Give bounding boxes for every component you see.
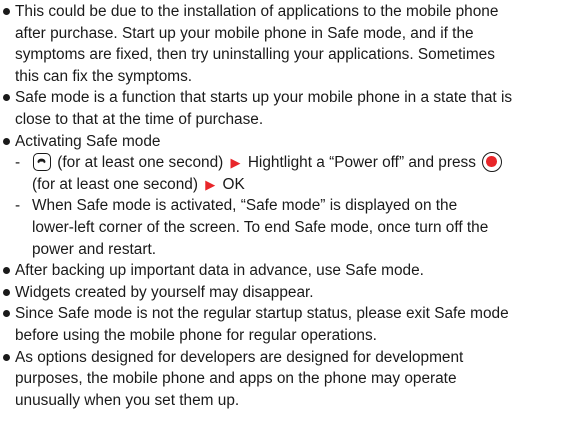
- bullet-line: purposes, the mobile phone and apps on t…: [15, 370, 457, 388]
- bullet-line: unusually when you set them up.: [15, 391, 240, 409]
- bullet-item: This could be due to the installation of…: [2, 1, 565, 87]
- center-key-icon: [482, 152, 503, 173]
- activation-note: - When Safe mode is activated, “Safe mod…: [2, 195, 565, 260]
- activation-step: - (for at least one second) ▶ Hightlight…: [2, 152, 565, 195]
- bullet-item: Safe mode is a function that starts up y…: [2, 87, 565, 130]
- step-line: (for at least one second) ▶ OK: [32, 174, 565, 196]
- bullet-dot-icon: [3, 288, 10, 296]
- note-line: When Safe mode is activated, “Safe mode”…: [32, 197, 458, 215]
- step-text: (for at least one second): [32, 175, 198, 193]
- right-triangle-icon: ▶: [205, 176, 216, 192]
- bullet-dot-icon: [3, 310, 10, 318]
- bullet-dot-icon: [3, 267, 10, 275]
- bullet-dot-icon: [3, 353, 10, 361]
- center-key-fill: [486, 156, 497, 167]
- bullet-line: This could be due to the installation of…: [15, 3, 499, 20]
- bullet-item: As options designed for developers are d…: [2, 347, 565, 412]
- bullet-line: after purchase. Start up your mobile pho…: [15, 24, 474, 42]
- bullet-line: Since Safe mode is not the regular start…: [15, 305, 509, 323]
- bullet-dot-icon: [3, 8, 10, 15]
- bullet-item: Since Safe mode is not the regular start…: [2, 303, 565, 346]
- bullet-item: Widgets created by yourself may disappea…: [2, 282, 565, 304]
- bullet-line: After backing up important data in advan…: [15, 262, 424, 280]
- bullet-dot-icon: [3, 137, 10, 145]
- bullet-line: symptoms are fixed, then try uninstallin…: [15, 46, 495, 64]
- sub-dash: -: [15, 197, 21, 215]
- sub-dash: -: [15, 154, 21, 172]
- step-text: Hightlight a “Power off” and press: [247, 154, 476, 172]
- step-line: (for at least one second) ▶ Hightlight a…: [32, 152, 565, 174]
- note-line: lower-left corner of the screen. To end …: [32, 218, 489, 236]
- bullet-line: Activating Safe mode: [15, 132, 161, 150]
- bullet-line: As options designed for developers are d…: [15, 348, 464, 366]
- right-triangle-icon: ▶: [230, 155, 241, 171]
- bullet-line: before using the mobile phone for regula…: [15, 326, 377, 344]
- bullet-line: Safe mode is a function that starts up y…: [15, 89, 513, 107]
- bullet-item: After backing up important data in advan…: [2, 260, 565, 282]
- power-key-icon: [33, 153, 51, 172]
- bullet-line: close to that at the time of purchase.: [15, 110, 264, 128]
- step-text: OK: [222, 175, 245, 193]
- bullet-dot-icon: [3, 94, 10, 102]
- bullet-line: this can fix the symptoms.: [15, 67, 193, 85]
- document-page: This could be due to the installation of…: [0, 0, 565, 429]
- bullet-line: Widgets created by yourself may disappea…: [15, 283, 314, 301]
- bullet-item: Activating Safe mode: [2, 131, 565, 153]
- note-line: power and restart.: [32, 240, 157, 258]
- step-text: (for at least one second): [57, 154, 224, 172]
